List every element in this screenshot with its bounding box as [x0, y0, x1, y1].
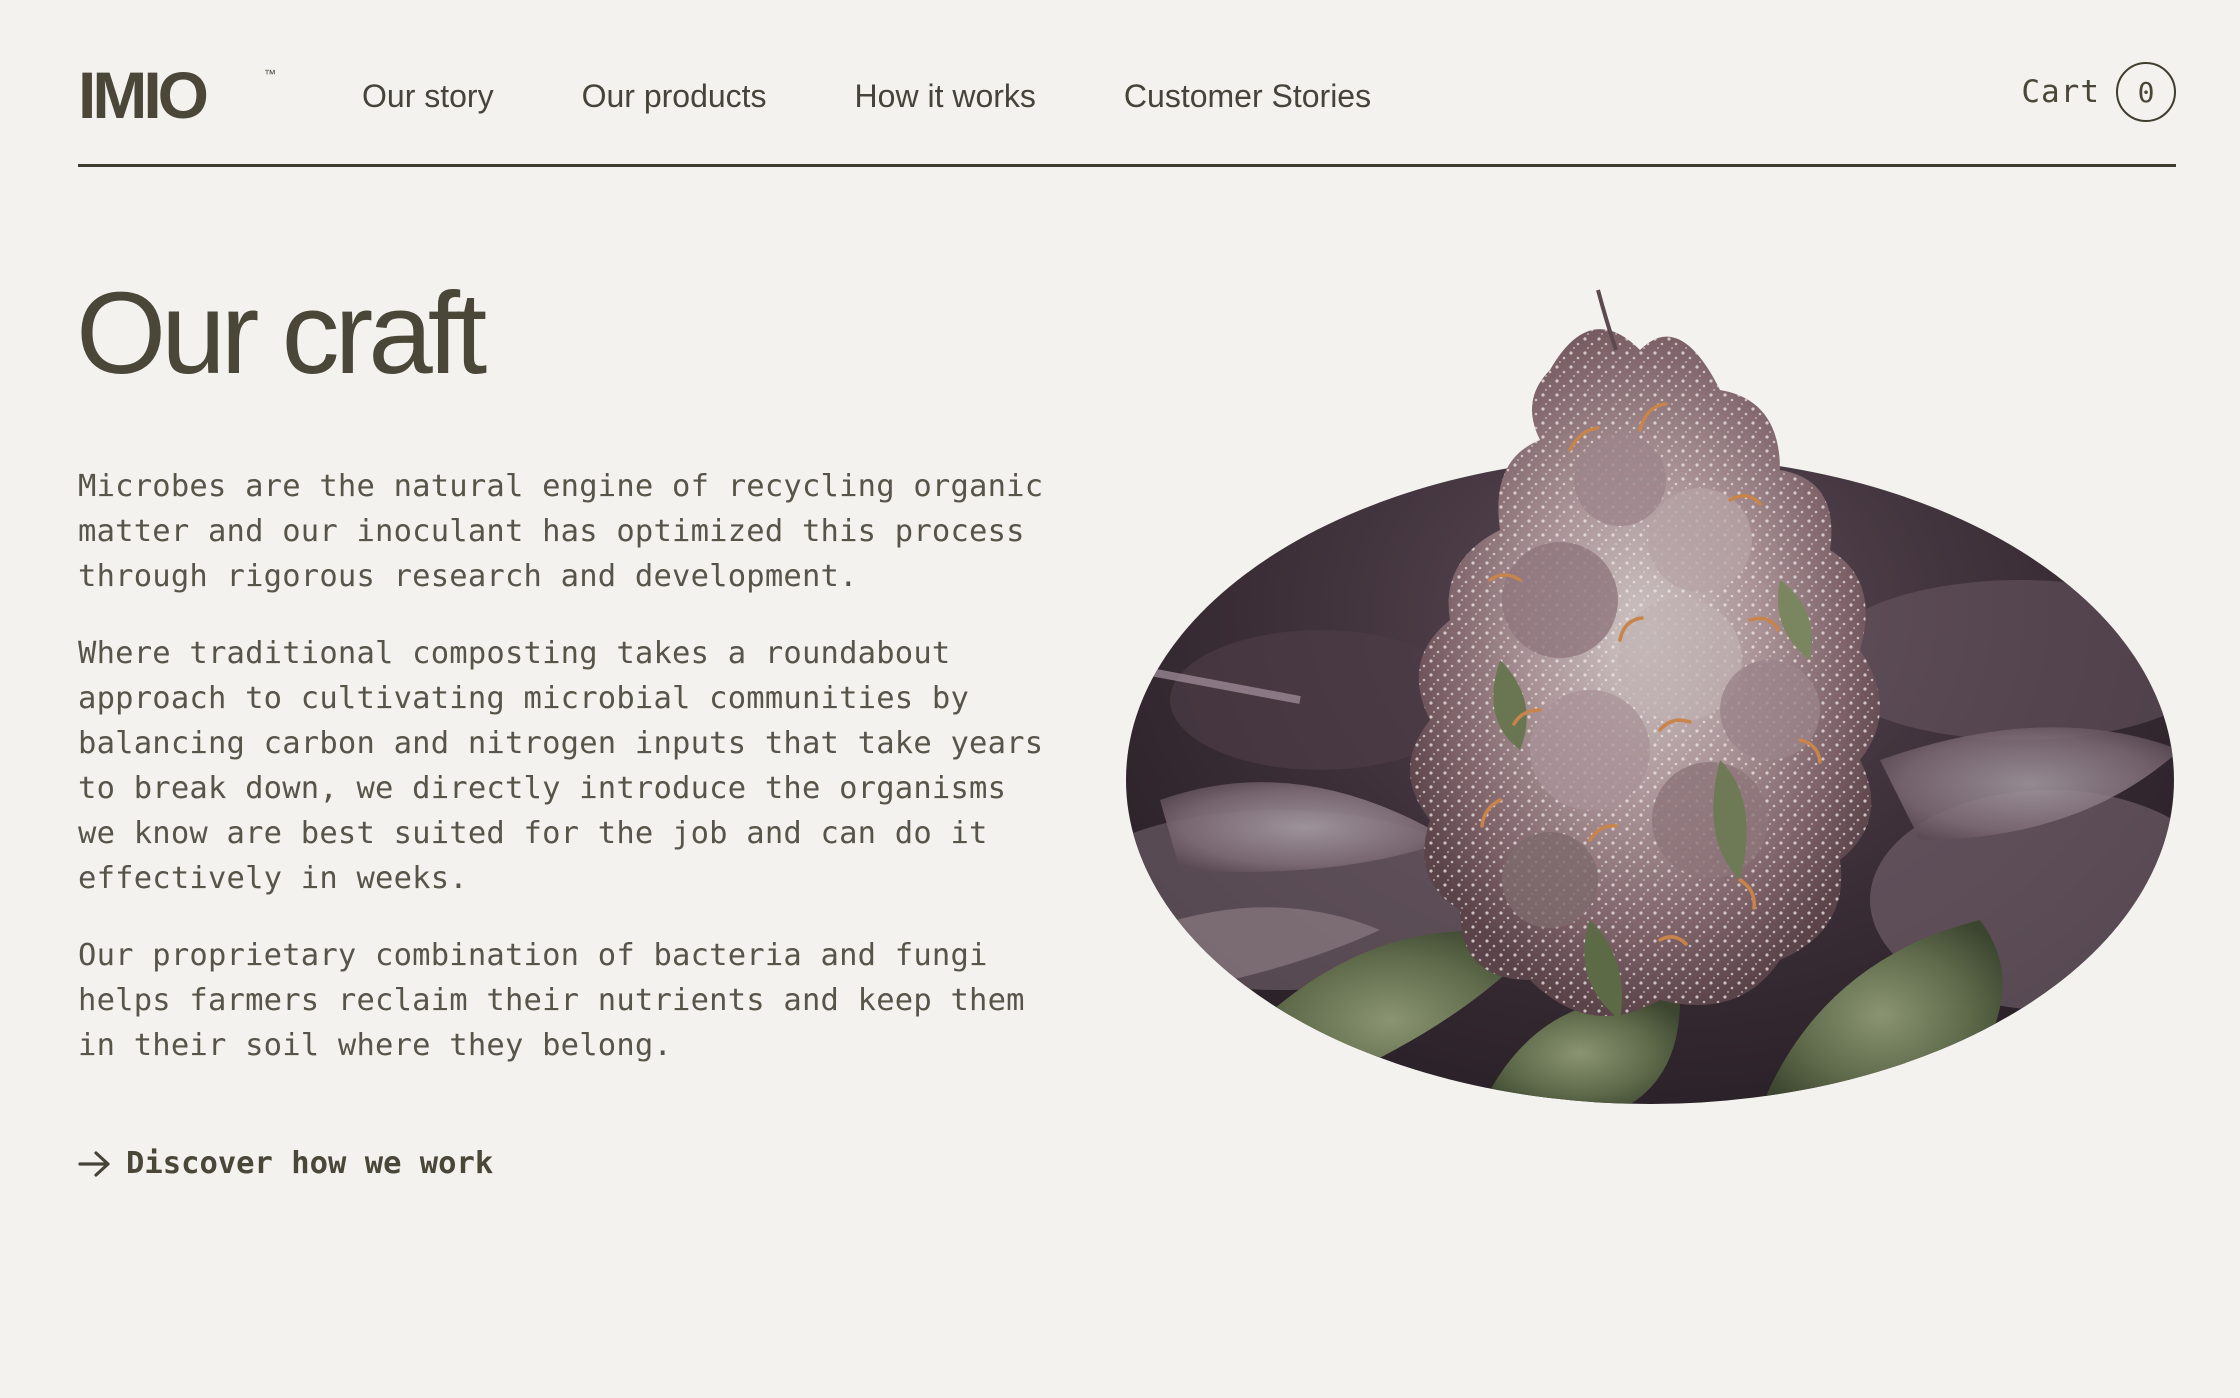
nav-how-it-works[interactable]: How it works — [855, 74, 1036, 118]
intro-copy: Microbes are the natural engine of recyc… — [78, 464, 1058, 1100]
cart-button[interactable]: Cart 0 — [2021, 62, 2176, 122]
imio-logo-mark: IMIO ™ — [78, 64, 276, 124]
arrow-right-icon — [78, 1150, 112, 1178]
logo-wordmark: IMIO — [78, 64, 207, 124]
nav-our-products[interactable]: Our products — [582, 74, 767, 118]
discover-how-we-work-link[interactable]: Discover how we work — [78, 1146, 493, 1181]
cart-label: Cart — [2021, 74, 2100, 110]
cart-count-badge: 0 — [2116, 62, 2176, 122]
site-header: IMIO ™ Our story Our products How it wor… — [78, 0, 2176, 167]
imio-logo[interactable]: IMIO ™ — [78, 64, 280, 124]
intro-paragraph-3: Our proprietary combination of bacteria … — [78, 938, 1025, 1063]
logo-trademark: ™ — [264, 67, 276, 81]
intro-paragraph-1: Microbes are the natural engine of recyc… — [78, 469, 1044, 594]
hero-image — [1120, 280, 2180, 1110]
page-title: Our craft — [76, 268, 487, 398]
intro-paragraph-2: Where traditional composting takes a rou… — [78, 636, 1044, 896]
nav-customer-stories[interactable]: Customer Stories — [1124, 74, 1371, 118]
cta-label: Discover how we work — [126, 1146, 494, 1181]
cannabis-flower-image — [1126, 289, 2174, 1104]
main-nav: Our story Our products How it works Cust… — [362, 74, 1371, 118]
nav-our-story[interactable]: Our story — [362, 74, 494, 118]
